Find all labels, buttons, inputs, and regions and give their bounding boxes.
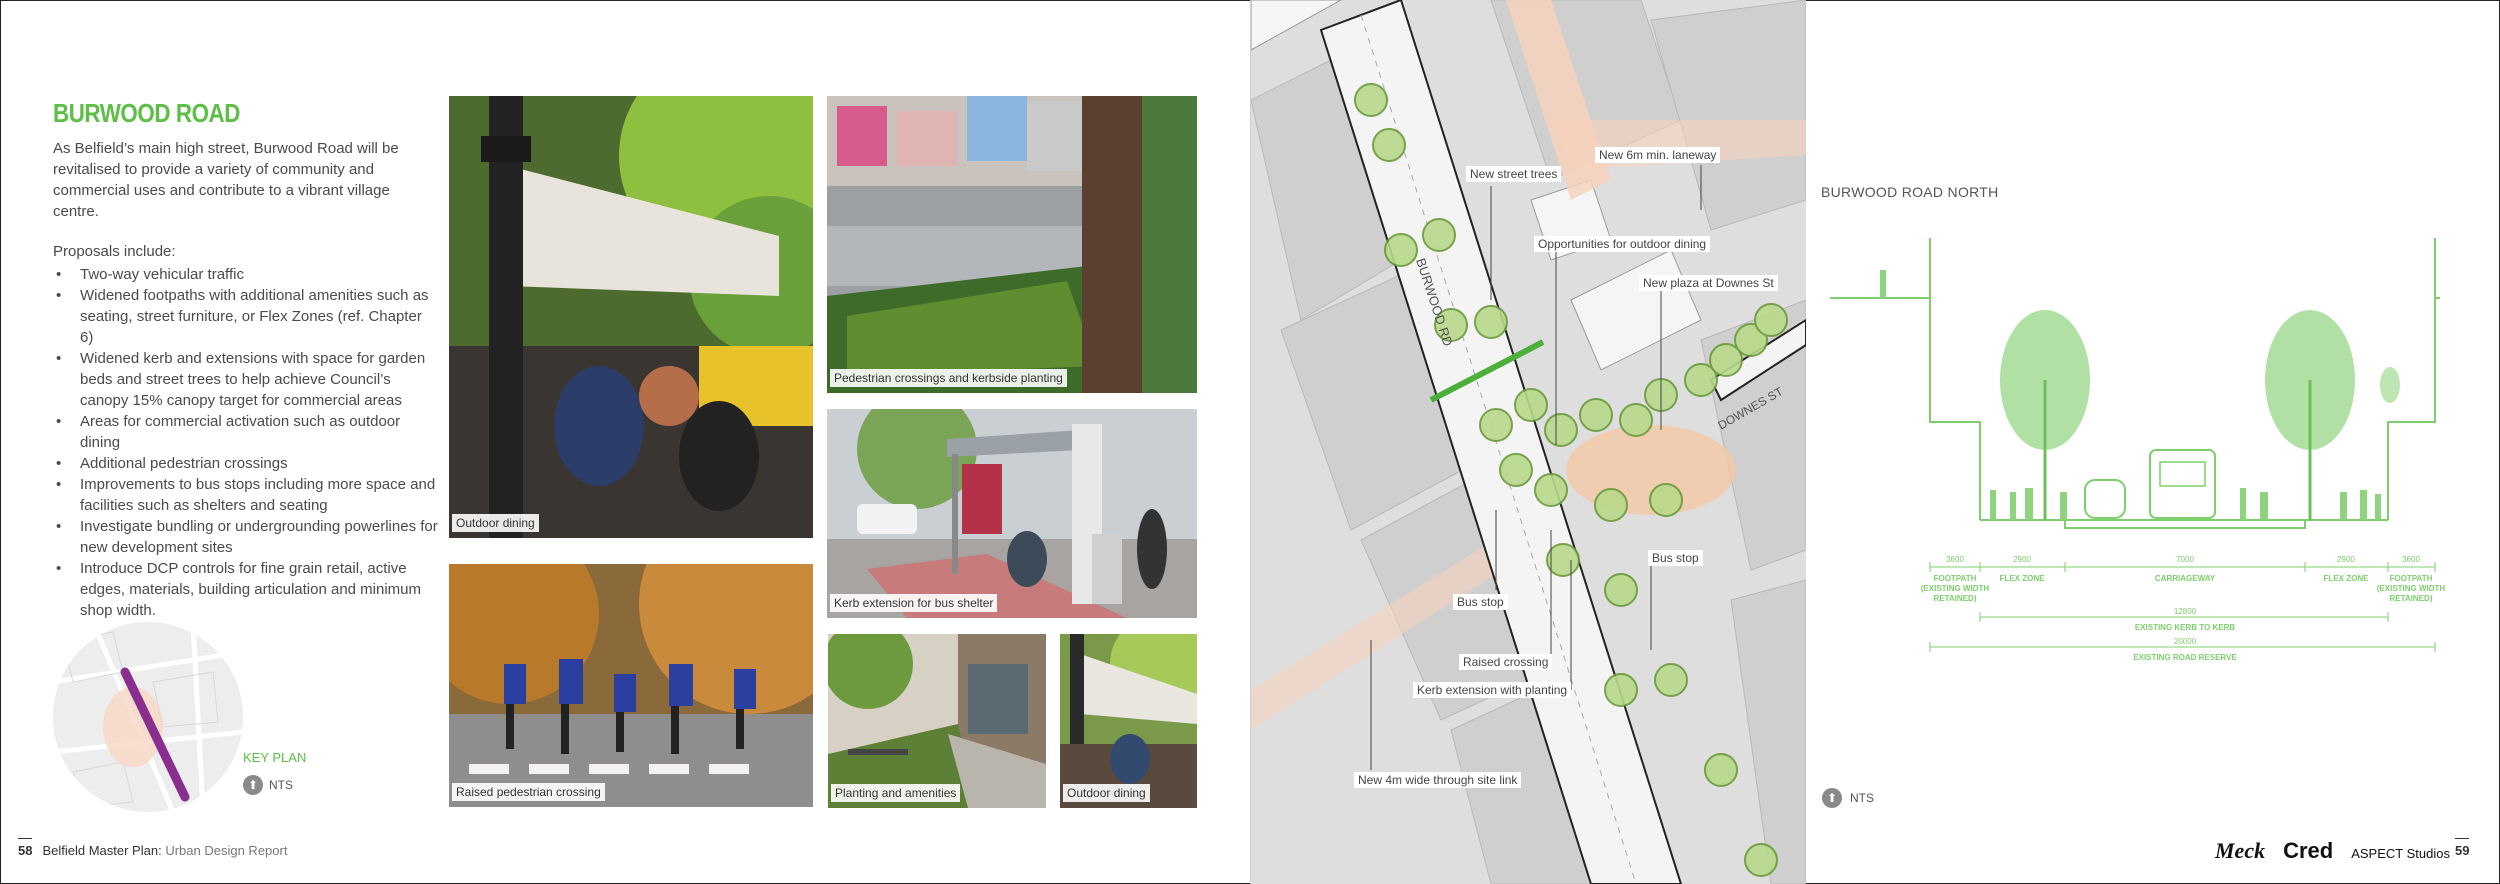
dim-value: 3600	[1946, 555, 1964, 564]
dim-label: FOOTPATH	[2390, 574, 2433, 583]
dim-label: RETAINED)	[1934, 594, 1977, 603]
footer-left: 58 Belfield Master Plan: Urban Design Rep…	[18, 838, 287, 858]
photo-caption: Outdoor dining	[1063, 784, 1150, 802]
photo-caption: Raised pedestrian crossing	[452, 783, 605, 801]
north-indicator: ⬆ NTS	[243, 775, 293, 795]
photo-caption: Kerb extension for bus shelter	[830, 594, 998, 612]
list-item: Two-way vehicular traffic	[53, 264, 438, 285]
dim-value: 12800	[2174, 607, 2197, 616]
nts-label: NTS	[269, 778, 293, 792]
nts-label: NTS	[1850, 791, 1874, 805]
list-item: Areas for commercial activation such as …	[53, 411, 438, 453]
dim-label: (EXISTING WIDTH	[1921, 584, 1990, 593]
map-label: New plaza at Downes St	[1639, 275, 1778, 291]
list-item: Introduce DCP controls for fine grain re…	[53, 558, 438, 621]
photo-caption: Outdoor dining	[452, 514, 539, 532]
list-item: Improvements to bus stops including more…	[53, 474, 438, 516]
list-item: Additional pedestrian crossings	[53, 453, 438, 474]
photo-outdoor-dining-2: Outdoor dining	[1060, 634, 1197, 808]
map-label: New street trees	[1466, 166, 1562, 182]
dim-value: 3600	[2402, 555, 2420, 564]
photo-caption: Planting and amenities	[831, 784, 961, 802]
dim-label: FLEX ZONE	[2000, 574, 2046, 583]
page-number: 58	[18, 838, 33, 858]
section-title: BURWOOD ROAD NORTH	[1821, 184, 1999, 200]
map-label: New 4m wide through site link	[1354, 772, 1522, 788]
map-label: Kerb extension with planting	[1413, 682, 1572, 698]
north-arrow-icon: ⬆	[243, 775, 263, 795]
dim-label: FOOTPATH	[1934, 574, 1977, 583]
dim-label: EXISTING ROAD RESERVE	[2133, 653, 2237, 662]
map-label: Opportunities for outdoor dining	[1534, 236, 1711, 252]
photo-caption: Pedestrian crossings and kerbside planti…	[830, 369, 1067, 387]
street-section-diagram: 3600 FOOTPATH (EXISTING WIDTH RETAINED) …	[1830, 238, 2446, 662]
footer-subtitle: Urban Design Report	[165, 843, 288, 858]
partner-logos: Meck Cred ASPECT Studios	[2215, 838, 2450, 864]
dim-label: RETAINED)	[2390, 594, 2433, 603]
dim-label: EXISTING KERB TO KERB	[2135, 623, 2236, 632]
page-number: 59	[2455, 838, 2470, 858]
north-indicator: ⬆ NTS	[1822, 788, 1874, 808]
map-label: Bus stop	[1648, 550, 1703, 566]
page-title: BURWOOD ROAD	[53, 98, 240, 128]
photo-pedestrian-kerbside: Pedestrian crossings and kerbside planti…	[827, 96, 1197, 393]
photo-kerb-bus-shelter: Kerb extension for bus shelter	[827, 409, 1197, 618]
dim-label: (EXISTING WIDTH	[2377, 584, 2446, 593]
key-plan-label: KEY PLAN	[243, 750, 307, 765]
map-label: Bus stop	[1453, 594, 1508, 610]
dim-value: 7000	[2176, 555, 2194, 564]
intro-paragraph: As Belfield’s main high street, Burwood …	[53, 140, 399, 220]
list-item: Investigate bundling or undergrounding p…	[53, 516, 438, 558]
dim-value: 2900	[2337, 555, 2355, 564]
site-plan-map: BURWOOD RD DOWNES ST New street trees Ne…	[1251, 0, 1806, 884]
dim-value: 2900	[2013, 555, 2031, 564]
dim-value: 20000	[2174, 637, 2197, 646]
proposals-heading: Proposals include:	[53, 243, 176, 260]
dim-label: FLEX ZONE	[2324, 574, 2370, 583]
key-plan-map	[53, 622, 243, 812]
logo-cred: Cred	[2283, 838, 2334, 863]
north-arrow-icon: ⬆	[1822, 788, 1842, 808]
list-item: Widened footpaths with additional amenit…	[53, 285, 438, 348]
logo-aspect: ASPECT Studios	[2351, 846, 2450, 861]
photo-raised-crossing: Raised pedestrian crossing	[449, 564, 813, 807]
photo-planting-amenities: Planting and amenities	[828, 634, 1046, 808]
logo-meck: Meck	[2215, 838, 2266, 863]
map-label: New 6m min. laneway	[1595, 147, 1721, 163]
footer-title: Belfield Master Plan:	[42, 843, 162, 858]
proposals-list: Two-way vehicular traffic Widened footpa…	[53, 264, 438, 621]
map-label: Raised crossing	[1459, 654, 1553, 670]
list-item: Widened kerb and extensions with space f…	[53, 348, 438, 411]
dim-label: CARRIAGEWAY	[2155, 574, 2216, 583]
photo-outdoor-dining: Outdoor dining	[449, 96, 813, 538]
